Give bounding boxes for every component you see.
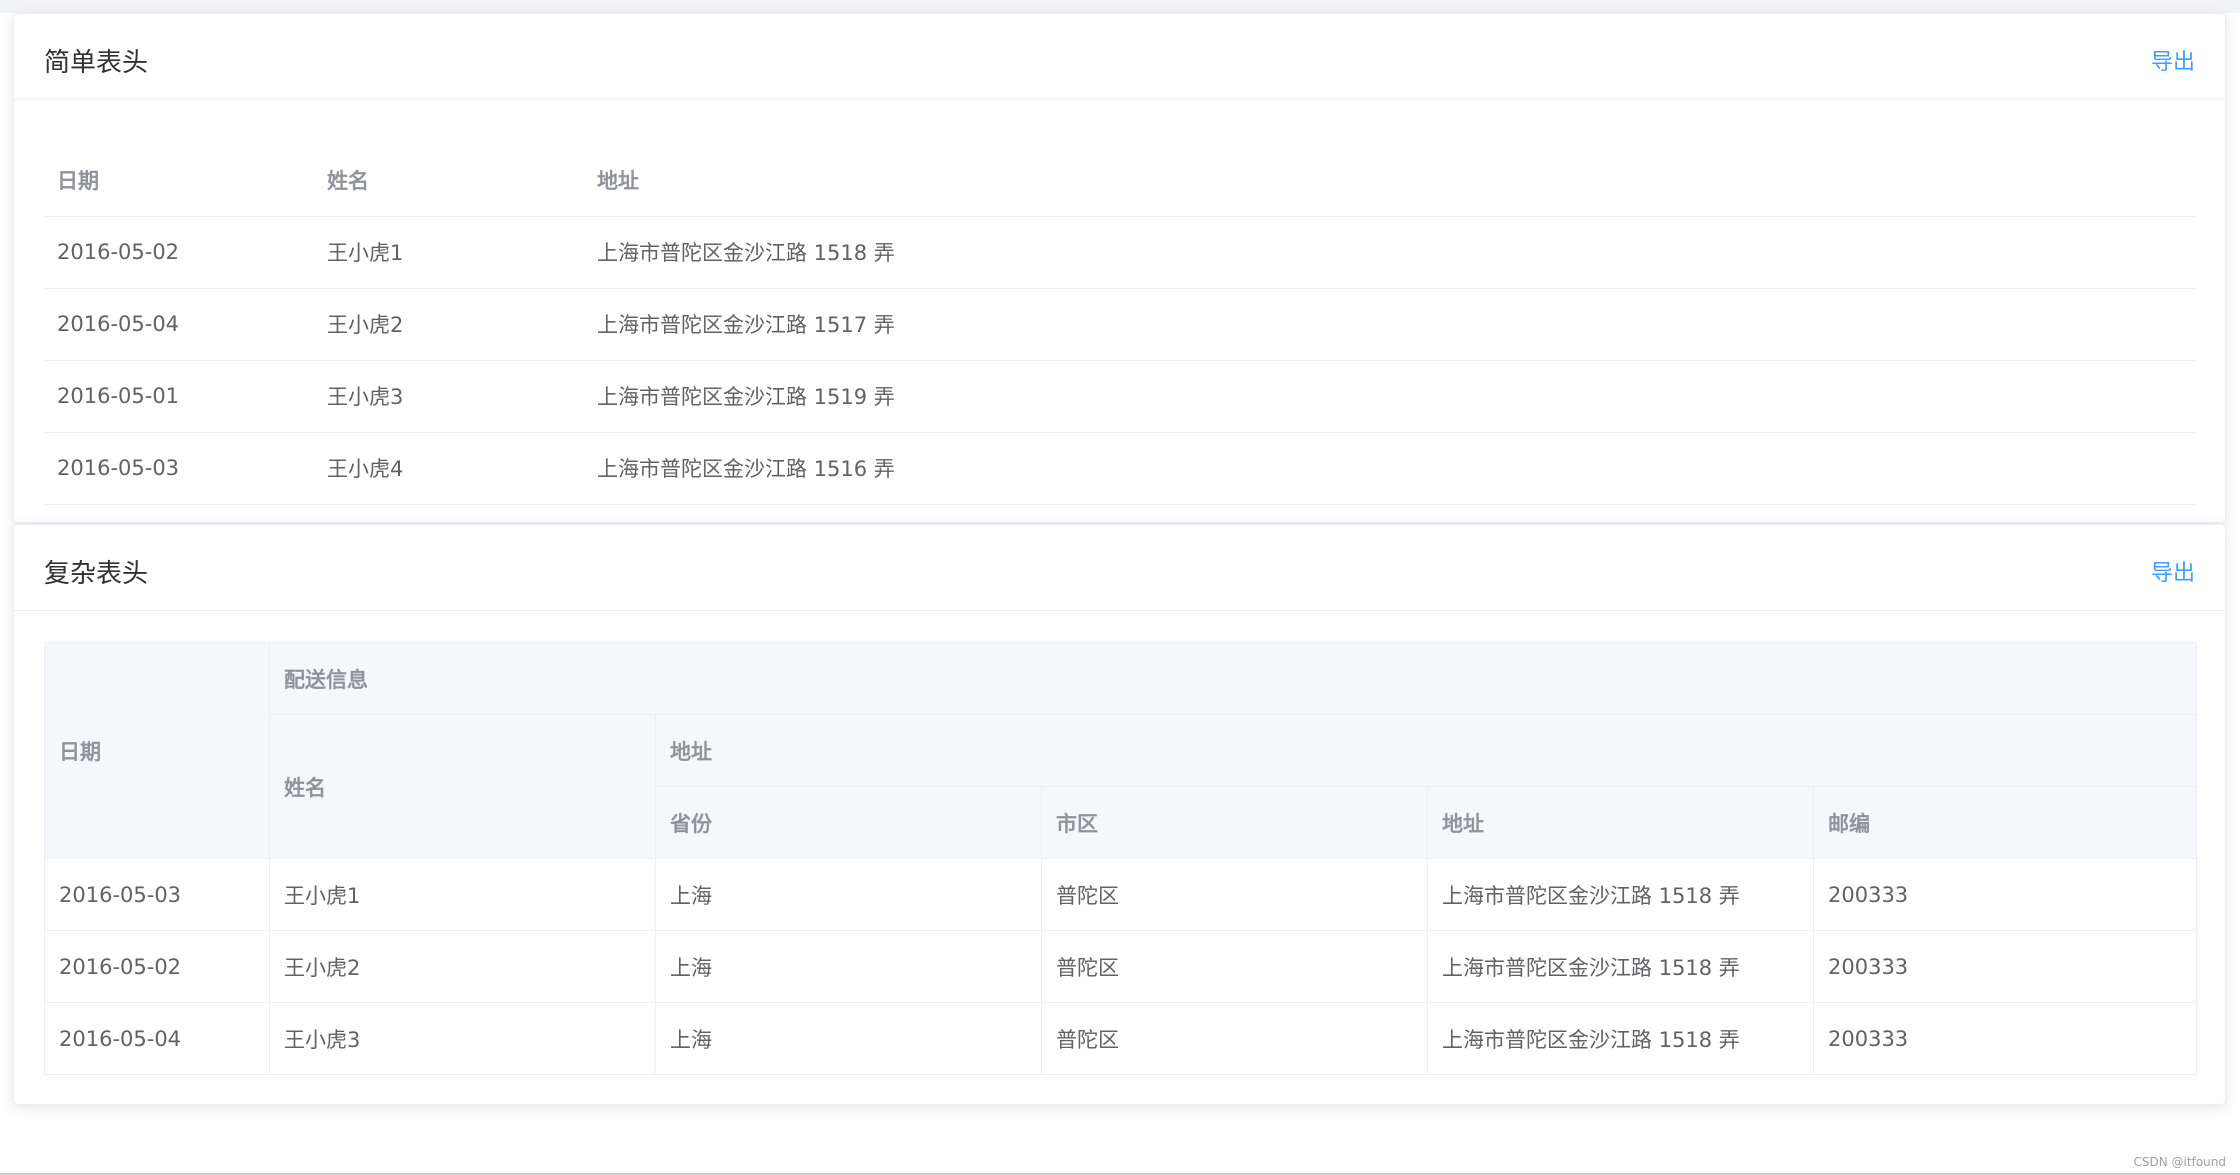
cell-date: 2016-05-01	[44, 360, 314, 433]
cell-address: 上海市普陀区金沙江路 1518 弄	[584, 216, 2196, 289]
cell-name: 王小虎1	[314, 216, 584, 289]
cell-name: 王小虎3	[269, 1002, 656, 1075]
table-header-row: 日期 姓名 地址	[44, 144, 2196, 217]
column-group-address[interactable]: 地址	[654, 714, 2198, 787]
cell-address: 上海市普陀区金沙江路 1519 弄	[584, 360, 2196, 433]
watermark: CSDN @itfound	[2133, 1155, 2226, 1169]
column-header-date[interactable]: 日期	[44, 144, 314, 217]
export-button[interactable]: 导出	[2151, 555, 2195, 587]
simple-table: 日期 姓名 地址 2016-05-02 王小虎1 上海市普陀区金沙江路 1518…	[44, 144, 2196, 505]
column-header-address[interactable]: 地址	[584, 144, 2196, 217]
card-title: 简单表头	[44, 48, 149, 78]
cell-address: 上海市普陀区金沙江路 1516 弄	[584, 432, 2196, 505]
table-row[interactable]: 2016-05-03 王小虎1 上海 普陀区 上海市普陀区金沙江路 1518 弄…	[44, 858, 2198, 931]
column-header-city[interactable]: 市区	[1041, 786, 1428, 859]
table-row[interactable]: 2016-05-02 王小虎2 上海 普陀区 上海市普陀区金沙江路 1518 弄…	[44, 930, 2198, 1003]
card-header: 简单表头 导出	[14, 14, 2225, 100]
cell-name: 王小虎1	[269, 858, 656, 931]
column-header-date[interactable]: 日期	[44, 642, 270, 859]
cell-name: 王小虎3	[314, 360, 584, 433]
cell-city: 普陀区	[1041, 1002, 1428, 1075]
page-top-strip	[0, 0, 2240, 13]
card-header: 复杂表头 导出	[14, 525, 2225, 611]
cell-date: 2016-05-04	[44, 1002, 270, 1075]
cell-date: 2016-05-02	[44, 930, 270, 1003]
column-header-address[interactable]: 地址	[1427, 786, 1814, 859]
cell-zip: 200333	[1812, 858, 2198, 931]
column-header-name[interactable]: 姓名	[314, 144, 584, 217]
table-row[interactable]: 2016-05-02 王小虎1 上海市普陀区金沙江路 1518 弄	[44, 216, 2196, 289]
cell-city: 普陀区	[1041, 930, 1428, 1003]
cell-date: 2016-05-02	[44, 216, 314, 289]
cell-address: 上海市普陀区金沙江路 1518 弄	[1427, 858, 1814, 931]
cell-name: 王小虎2	[269, 930, 656, 1003]
column-header-province[interactable]: 省份	[655, 786, 1042, 859]
column-header-name[interactable]: 姓名	[269, 714, 656, 859]
cell-city: 普陀区	[1041, 858, 1428, 931]
cell-address: 上海市普陀区金沙江路 1518 弄	[1427, 1002, 1814, 1075]
cell-zip: 200333	[1812, 930, 2198, 1003]
cell-zip: 200333	[1812, 1002, 2198, 1075]
export-button[interactable]: 导出	[2151, 44, 2195, 76]
table-header-row: 日期 配送信息	[44, 642, 2198, 859]
table-row[interactable]: 2016-05-03 王小虎4 上海市普陀区金沙江路 1516 弄	[44, 432, 2196, 505]
cell-date: 2016-05-03	[44, 432, 314, 505]
cell-address: 上海市普陀区金沙江路 1518 弄	[1427, 930, 1814, 1003]
cell-date: 2016-05-03	[44, 858, 270, 931]
table-header-row: 姓名 地址	[45, 714, 2198, 859]
complex-header-card: 复杂表头 导出 日期 配送信息 姓名 地址 省份 市区 地址 邮编 2016-0…	[13, 524, 2226, 1105]
cell-name: 王小虎4	[314, 432, 584, 505]
complex-table: 日期 配送信息 姓名 地址 省份 市区 地址 邮编 2016-05-03 王小虎…	[44, 642, 2198, 1075]
cell-address: 上海市普陀区金沙江路 1517 弄	[584, 288, 2196, 361]
column-header-zip[interactable]: 邮编	[1812, 786, 2198, 859]
card-title: 复杂表头	[44, 559, 149, 589]
cell-province: 上海	[655, 858, 1042, 931]
cell-name: 王小虎2	[314, 288, 584, 361]
cell-province: 上海	[655, 930, 1042, 1003]
cell-province: 上海	[655, 1002, 1042, 1075]
simple-header-card: 简单表头 导出 日期 姓名 地址 2016-05-02 王小虎1 上海市普陀区金…	[13, 13, 2226, 523]
table-row[interactable]: 2016-05-01 王小虎3 上海市普陀区金沙江路 1519 弄	[44, 360, 2196, 433]
table-row[interactable]: 2016-05-04 王小虎3 上海 普陀区 上海市普陀区金沙江路 1518 弄…	[44, 1002, 2198, 1075]
column-group-delivery-info[interactable]: 配送信息	[268, 642, 2198, 715]
table-row[interactable]: 2016-05-04 王小虎2 上海市普陀区金沙江路 1517 弄	[44, 288, 2196, 361]
cell-date: 2016-05-04	[44, 288, 314, 361]
